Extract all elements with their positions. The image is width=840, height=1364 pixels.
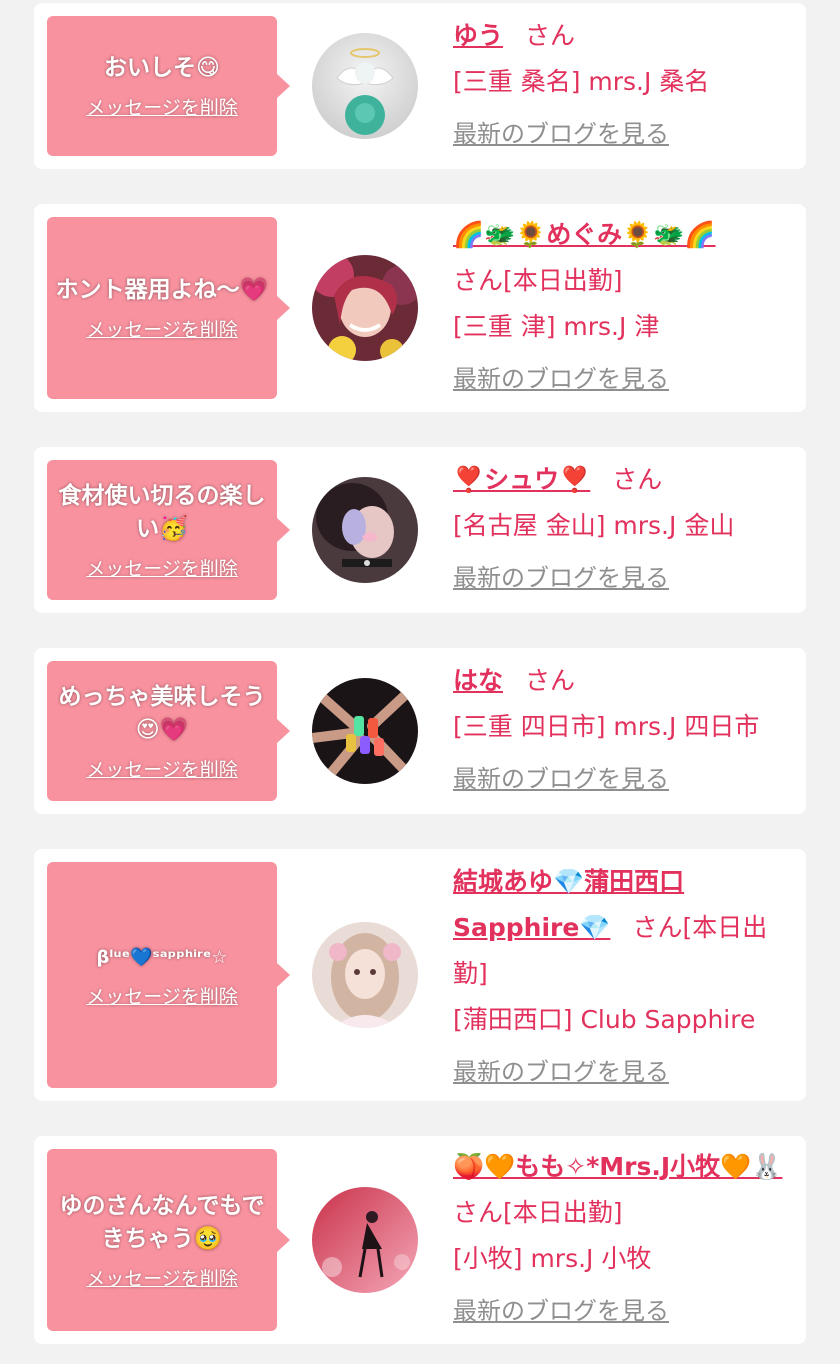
honorific: さん	[453, 266, 504, 295]
sender-info: 結城あゆ💎蒲田西口 Sapphire💎 さん[本日出 勤] [蒲田西口] Club…	[453, 859, 793, 1087]
status-label: [本日出	[682, 913, 768, 942]
avatar[interactable]	[312, 255, 418, 361]
avatar[interactable]	[312, 33, 418, 139]
avatar[interactable]	[312, 477, 418, 583]
message-text: 食材使い切るの楽しい🥳	[58, 482, 266, 542]
message-card: βˡᵘᵉ💙ˢᵃᵖᵖʰⁱʳᵉ☆ メッセージを削除 結城あゆ💎蒲田西口 Sapphi…	[34, 849, 806, 1101]
sender-info: はな さん [三重 四日市] mrs.J 四日市 最新のブログを見る	[453, 658, 793, 794]
delete-message-link[interactable]: メッセージを削除	[86, 554, 238, 581]
latest-blog-link[interactable]: 最新のブログを見る	[453, 1291, 669, 1326]
sender-info: 🍑🧡もも✧*Mrs.J小牧🧡🐰 さん[本日出勤] [小牧] mrs.J 小牧 最…	[453, 1144, 793, 1326]
sender-name-link[interactable]: 🌈🐲🌻めぐみ🌻🐲🌈	[453, 220, 716, 249]
delete-message-link[interactable]: メッセージを削除	[86, 315, 238, 342]
honorific: さん	[612, 465, 663, 494]
shop-label: [名古屋 金山] mrs.J 金山	[453, 511, 735, 540]
message-text: βˡᵘᵉ💙ˢᵃᵖᵖʰⁱʳᵉ☆	[96, 947, 228, 968]
honorific: さん	[453, 1198, 504, 1227]
honorific: さん	[525, 21, 576, 50]
avatar[interactable]	[312, 922, 418, 1028]
avatar[interactable]	[312, 1187, 418, 1293]
sender-name-link[interactable]: 🍑🧡もも✧*Mrs.J小牧🧡🐰	[453, 1152, 782, 1181]
shop-label: [小牧] mrs.J 小牧	[453, 1244, 652, 1273]
sender-name-link[interactable]: ❣️シュウ❣️	[453, 465, 590, 494]
honorific: さん	[525, 666, 576, 695]
shop-label: [蒲田西口] Club Sapphire	[453, 1005, 756, 1034]
latest-blog-link[interactable]: 最新のブログを見る	[453, 1052, 669, 1087]
shop-label: [三重 桑名] mrs.J 桑名	[453, 67, 710, 96]
avatar[interactable]	[312, 678, 418, 784]
sender-name-link-cont[interactable]: Sapphire💎	[453, 913, 610, 942]
sender-name-link[interactable]: 結城あゆ💎蒲田西口	[453, 867, 684, 896]
message-card: おいしそ😋 メッセージを削除 ゆう さん [三重 桑名] mrs.J 桑名 最新の…	[34, 3, 806, 169]
sender-info: ❣️シュウ❣️ さん [名古屋 金山] mrs.J 金山 最新のブログを見る	[453, 457, 793, 593]
delete-message-link[interactable]: メッセージを削除	[86, 982, 238, 1009]
message-text: めっちゃ美味しそう😍💗	[58, 683, 266, 743]
latest-blog-link[interactable]: 最新のブログを見る	[453, 558, 669, 593]
message-bubble: βˡᵘᵉ💙ˢᵃᵖᵖʰⁱʳᵉ☆ メッセージを削除	[47, 862, 290, 1088]
latest-blog-link[interactable]: 最新のブログを見る	[453, 759, 669, 794]
message-text: ホント器用よね〜💗	[55, 277, 269, 303]
delete-message-link[interactable]: メッセージを削除	[86, 755, 238, 782]
status-label-cont: 勤]	[453, 959, 488, 988]
message-card: ホント器用よね〜💗 メッセージを削除 🌈🐲🌻めぐみ🌻🐲🌈 さん[本日出勤] [三…	[34, 204, 806, 412]
message-bubble: めっちゃ美味しそう😍💗 メッセージを削除	[47, 661, 290, 801]
delete-message-link[interactable]: メッセージを削除	[86, 93, 238, 120]
message-card: ゆのさんなんでもできちゃう🥹 メッセージを削除 🍑🧡もも✧*Mrs.J小牧🧡🐰 …	[34, 1136, 806, 1344]
status-label: [本日出勤]	[503, 1198, 623, 1227]
message-bubble: ゆのさんなんでもできちゃう🥹 メッセージを削除	[47, 1149, 290, 1331]
latest-blog-link[interactable]: 最新のブログを見る	[453, 114, 669, 149]
message-card: 食材使い切るの楽しい🥳 メッセージを削除 ❣️シュウ❣️ さん [名古屋 金山] …	[34, 447, 806, 613]
message-bubble: 食材使い切るの楽しい🥳 メッセージを削除	[47, 460, 290, 600]
sender-info: ゆう さん [三重 桑名] mrs.J 桑名 最新のブログを見る	[453, 13, 793, 149]
message-text: ゆのさんなんでもできちゃう🥹	[59, 1192, 265, 1252]
shop-label: [三重 津] mrs.J 津	[453, 312, 660, 341]
message-bubble: おいしそ😋 メッセージを削除	[47, 16, 290, 156]
status-label: [本日出勤]	[503, 266, 623, 295]
sender-info: 🌈🐲🌻めぐみ🌻🐲🌈 さん[本日出勤] [三重 津] mrs.J 津 最新のブログ…	[453, 212, 793, 394]
message-card: めっちゃ美味しそう😍💗 メッセージを削除 はな さん [三重 四日市] mrs.J…	[34, 648, 806, 814]
delete-message-link[interactable]: メッセージを削除	[86, 1264, 238, 1291]
sender-name-link[interactable]: ゆう	[453, 21, 503, 50]
sender-name-link[interactable]: はな	[453, 666, 503, 695]
shop-label: [三重 四日市] mrs.J 四日市	[453, 712, 760, 741]
message-text: おいしそ😋	[104, 55, 220, 81]
latest-blog-link[interactable]: 最新のブログを見る	[453, 359, 669, 394]
message-bubble: ホント器用よね〜💗 メッセージを削除	[47, 217, 290, 399]
honorific: さん	[632, 913, 683, 942]
